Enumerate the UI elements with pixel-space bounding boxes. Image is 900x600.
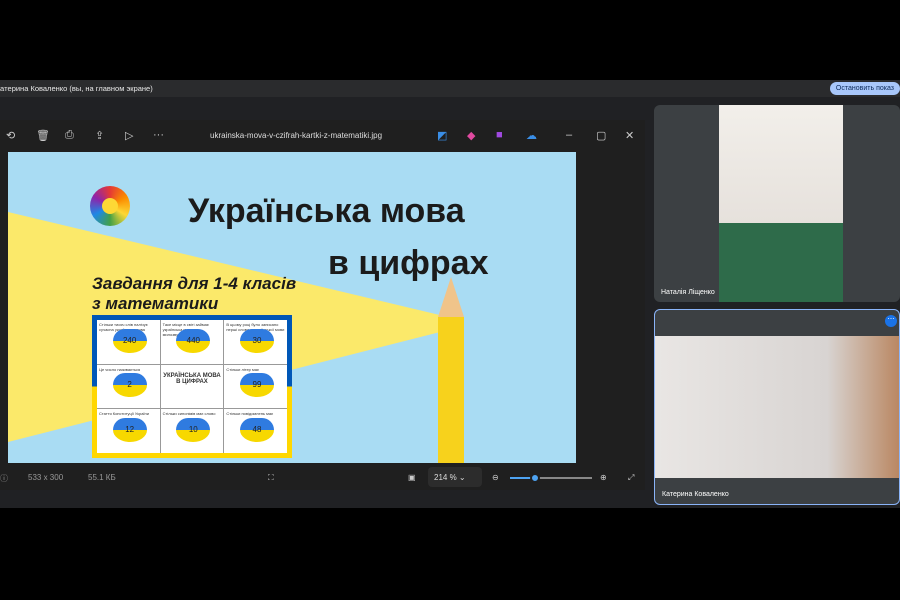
participant-tile[interactable]: Наталія Ліщенко [654,105,900,302]
info-icon[interactable]: ⓘ [0,473,8,484]
participant-tile[interactable]: ⋯ Катерина Коваленко [654,309,900,505]
subtitle-line: Завдання для 1-4 класів [92,274,297,293]
minimize-icon[interactable]: – [566,129,572,141]
cell-text: Стільки повідомлень має [226,411,274,417]
cell-text: Стаття Конституції України [99,411,149,417]
zoom-out-icon[interactable]: ⊖ [492,473,499,482]
participant-video [655,336,899,478]
fit-icon[interactable]: ⛶ [268,473,274,483]
task-card: Стільки тисяч слів налічує сучасна украї… [92,315,292,458]
heart-icon: 12 [112,418,147,443]
card-cell: Це число називається 2 [97,364,160,409]
card-cell: Таке місце в світі займає українська мов… [160,320,224,364]
slideshow-icon[interactable]: ▷ [125,129,133,142]
presenter-label: aтерина Коваленко (вы, на главном экране… [0,84,153,93]
heart-icon: 30 [239,328,274,353]
card-cell: Стаття Конституції України 12 [97,409,160,453]
card-title: УКРАЇНСЬКА МОВА В ЦИФРАХ [163,372,221,385]
slider-knob[interactable] [530,473,540,483]
image-title-2: в цифрах [328,244,489,282]
card-cell: В цьому році було записано перші слова з… [224,320,287,364]
zoom-slider[interactable] [510,473,592,483]
photo-viewer-window: ⟲ 🗑 ⎙ ⇪ ▷ ··· ukrainska-mova-v-czifrah-k… [0,120,645,490]
edit-icon[interactable]: ◩ [437,129,447,142]
zoom-in-icon[interactable]: ⊕ [600,473,607,482]
card-cell: Стільки літер має 99 [224,364,287,409]
close-icon[interactable]: ✕ [625,129,634,142]
dimensions-label: 533 x 300 [28,473,64,482]
participant-name: Катерина Коваленко [662,491,729,498]
subtitle-line: з математики [92,294,219,313]
designer-icon[interactable]: ◆ [467,129,475,142]
share-icon[interactable]: ⇪ [95,129,104,142]
pencil-illustration [438,277,464,463]
viewer-toolbar: ⟲ 🗑 ⎙ ⇪ ▷ ··· ukrainska-mova-v-czifrah-k… [0,120,645,152]
actual-size-icon[interactable]: ▣ [408,473,416,482]
zoom-dropdown[interactable]: 214 % ⌄ [428,467,482,487]
card-cell: Стільки тисяч слів налічує сучасна украї… [97,320,160,364]
maximize-icon[interactable]: ▢ [596,129,606,142]
viewer-status-bar: ⓘ 533 x 300 55.1 КБ ⛶ ▣ 214 % ⌄ ⊖ ⊕ ⤢ [0,465,645,490]
filesize-label: 55.1 КБ [88,473,116,482]
cell-text: Стільки синонімів має слово [162,411,216,417]
presenter-bar: aтерина Коваленко (вы, на главном экране… [0,80,900,97]
image-subtitle: Завдання для 1-4 класів з математики [92,274,296,314]
print-icon[interactable]: ⎙ [65,129,74,142]
delete-icon[interactable]: 🗑 [36,129,50,142]
more-options-icon[interactable]: ⋯ [885,315,897,327]
heart-icon: 48 [239,418,274,443]
zoom-value: 214 % [434,473,457,482]
file-name: ukrainska-mova-v-czifrah-kartki-z-matema… [210,131,383,140]
card-cell: Стільки синонімів має слово 10 [160,409,224,453]
cell-text: Стільки літер має [226,366,260,372]
stop-presenting-button[interactable]: Остановить показ [829,82,900,95]
heart-icon: 440 [176,328,211,353]
card-cell: Стільки повідомлень має 48 [224,409,287,453]
displayed-image: Українська мова в цифрах Завдання для 1-… [8,152,576,463]
heart-icon: 2 [112,373,147,398]
participant-name: Наталія Ліщенко [661,289,715,296]
fullscreen-icon[interactable]: ⤢ [628,473,634,483]
card-cell: УКРАЇНСЬКА МОВА В ЦИФРАХ [160,364,224,409]
cell-text: Це число називається [99,366,141,372]
heart-icon: 10 [176,418,211,443]
clipchamp-icon[interactable]: ■ [496,129,503,141]
logo-icon [90,186,130,226]
heart-icon: 240 [112,328,147,353]
heart-icon: 99 [239,373,274,398]
image-title: Українська мова [188,192,465,230]
rotate-icon[interactable]: ⟲ [6,129,15,142]
participant-video [719,105,843,302]
more-options-icon[interactable]: ··· [153,129,164,141]
cloud-off-icon[interactable]: ☁ [526,129,537,142]
